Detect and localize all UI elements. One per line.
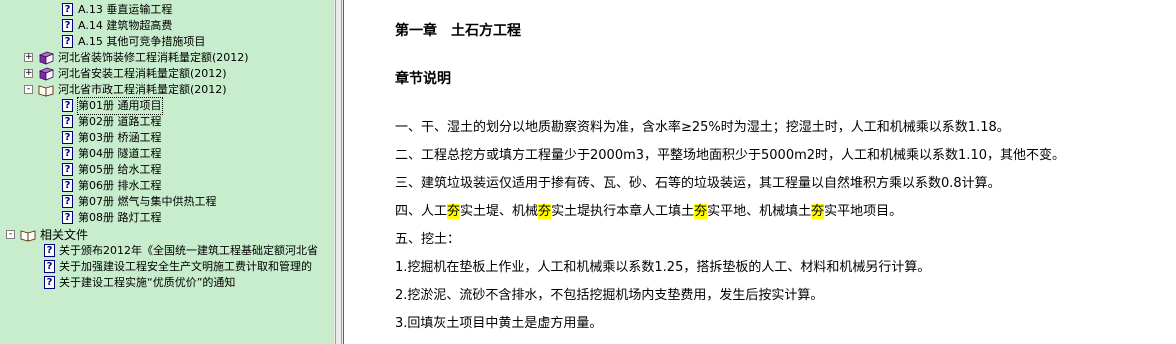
paragraph-5: 五、挖土： <box>395 232 461 247</box>
tree-item-label: 关于颁布2012年《全国统一建筑工程基础定额河北省 <box>59 244 318 257</box>
paragraph-1: 一、干、湿土的划分以地质勘察资料为准，含水率≥25%时为湿土；挖湿土时，人工和机… <box>395 120 1010 135</box>
tree-item-label: 第05册 给水工程 <box>78 163 162 176</box>
tree-item-vol08[interactable]: ? 第08册 路灯工程 <box>0 210 330 226</box>
help-page-icon: ? <box>62 99 73 112</box>
tree-item-label: A.15 其他可竞争措施项目 <box>78 35 206 48</box>
search-highlight: 夯 <box>447 204 461 219</box>
tree-item-label: 第04册 隧道工程 <box>78 147 162 160</box>
tree-item-label: 河北省装饰装修工程消耗量定额(2012) <box>58 51 249 64</box>
help-page-icon: ? <box>62 211 73 224</box>
tree-item-related-3[interactable]: ? 关于建设工程实施“优质优价”的通知 <box>0 275 334 291</box>
tree-item-label: 第02册 道路工程 <box>78 115 162 128</box>
text-run: 实土堤、机械 <box>460 204 539 219</box>
collapse-toggle[interactable]: - <box>6 230 15 239</box>
paragraph-6: 1.挖掘机在垫板上作业，人工和机械乘以系数1.25，搭拆垫板的人工、材料和机械另… <box>395 260 931 275</box>
pane-splitter[interactable] <box>334 0 344 344</box>
splitter-line <box>335 0 336 344</box>
tree-item-related-2[interactable]: ? 关于加强建设工程安全生产文明施工费计取和管理的 <box>0 259 334 275</box>
expand-toggle[interactable]: + <box>24 53 33 62</box>
collapse-toggle[interactable]: - <box>24 85 33 94</box>
search-highlight: 夯 <box>811 204 825 219</box>
search-highlight: 夯 <box>538 204 552 219</box>
text-run: 四、人工 <box>395 204 448 219</box>
tree-item-label: 第03册 桥涵工程 <box>78 131 162 144</box>
tree-item-a15[interactable]: ? A.15 其他可竞争措施项目 <box>0 34 330 50</box>
tree-folder-municipal[interactable]: - 河北省市政工程消耗量定额(2012) <box>0 82 330 98</box>
help-page-icon: ? <box>62 195 73 208</box>
closed-book-icon <box>38 67 54 81</box>
search-highlight: 夯 <box>694 204 708 219</box>
tree-item-label: 相关文件 <box>40 228 89 242</box>
open-book-icon <box>38 85 54 97</box>
tree-folder-installation[interactable]: + 河北省安装工程消耗量定额(2012) <box>0 66 330 82</box>
help-page-icon: ? <box>44 260 55 273</box>
tree-item-label: 河北省安装工程消耗量定额(2012) <box>58 67 227 80</box>
tree-item-a13[interactable]: ? A.13 垂直运输工程 <box>0 2 330 18</box>
tree-folder-decoration[interactable]: + 河北省装饰装修工程消耗量定额(2012) <box>0 50 330 66</box>
tree-item-label: A.13 垂直运输工程 <box>78 3 173 16</box>
help-page-icon: ? <box>44 276 55 289</box>
section-title: 章节说明 <box>395 71 451 87</box>
help-page-icon: ? <box>62 35 73 48</box>
tree-item-label: 第06册 排水工程 <box>78 179 162 192</box>
paragraph-4: 四、人工夯实土堤、机械夯实土堤执行本章人工填土夯实平地、机械填土夯实平地项目。 <box>395 200 902 219</box>
chapter-title: 第一章 土石方工程 <box>395 23 521 39</box>
tree-item-label: 第07册 燃气与集中供热工程 <box>78 195 217 208</box>
help-page-icon: ? <box>62 131 73 144</box>
help-page-icon: ? <box>62 115 73 128</box>
paragraph-2: 二、工程总挖方或填方工程量少于2000m3，平整场地面积少于5000m2时，人工… <box>395 148 1065 163</box>
tree-item-label: 关于加强建设工程安全生产文明施工费计取和管理的 <box>59 260 312 273</box>
help-page-icon: ? <box>62 163 73 176</box>
tree-item-vol07[interactable]: ? 第07册 燃气与集中供热工程 <box>0 194 330 210</box>
help-page-icon: ? <box>62 179 73 192</box>
text-run: 实平地项目。 <box>824 204 903 219</box>
tree-item-label: A.14 建筑物超高费 <box>78 19 173 32</box>
expand-toggle[interactable]: + <box>24 69 33 78</box>
tree-item-vol06[interactable]: ? 第06册 排水工程 <box>0 178 330 194</box>
tree-item-label: 关于建设工程实施“优质优价”的通知 <box>59 276 236 289</box>
tree-folder-related-files[interactable]: - 相关文件 <box>0 227 330 243</box>
help-page-icon: ? <box>62 147 73 160</box>
tree-item-label: 河北省市政工程消耗量定额(2012) <box>58 83 227 96</box>
tree-item-label: 第01册 通用项目 <box>77 97 163 115</box>
tree-item-related-1[interactable]: ? 关于颁布2012年《全国统一建筑工程基础定额河北省 <box>0 243 334 259</box>
document-pane: 第一章 土石方工程 章节说明 一、干、湿土的划分以地质勘察资料为准，含水率≥25… <box>344 0 1176 344</box>
open-book-icon <box>20 230 36 242</box>
tree-item-vol03[interactable]: ? 第03册 桥涵工程 <box>0 130 330 146</box>
tree-panel[interactable]: ? A.13 垂直运输工程 ? A.14 建筑物超高费 ? A.15 其他可竞争… <box>0 0 334 344</box>
tree-item-vol01[interactable]: ? 第01册 通用项目 <box>0 97 330 115</box>
closed-book-icon <box>38 51 54 65</box>
help-page-icon: ? <box>62 19 73 32</box>
tree-item-a14[interactable]: ? A.14 建筑物超高费 <box>0 18 330 34</box>
tree-item-vol04[interactable]: ? 第04册 隧道工程 <box>0 146 330 162</box>
paragraph-3: 三、建筑垃圾装运仅适用于掺有砖、瓦、砂、石等的垃圾装运，其工程量以自然堆积方乘以… <box>395 176 1001 191</box>
help-page-icon: ? <box>44 244 55 257</box>
paragraph-8: 3.回填灰土项目中黄土是虚方用量。 <box>395 316 603 331</box>
splitter-line <box>341 0 342 344</box>
tree-item-vol05[interactable]: ? 第05册 给水工程 <box>0 162 330 178</box>
text-run: 实平地、机械填土 <box>707 204 812 219</box>
help-page-icon: ? <box>62 3 73 16</box>
tree-item-vol02[interactable]: ? 第02册 道路工程 <box>0 114 330 130</box>
text-run: 实土堤执行本章人工填土 <box>551 204 695 219</box>
tree-item-label: 第08册 路灯工程 <box>78 211 162 224</box>
paragraph-7: 2.挖淤泥、流砂不含排水，不包括挖掘机场内支垫费用，发生后按实计算。 <box>395 288 824 303</box>
